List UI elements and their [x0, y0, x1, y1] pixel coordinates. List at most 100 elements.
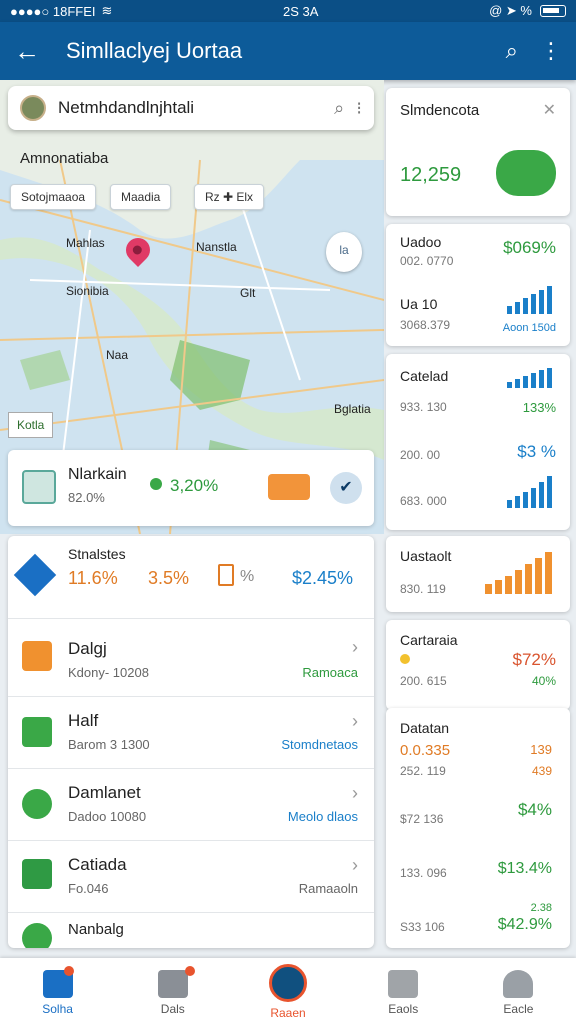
- card-4[interactable]: Uastaolt 830. 119: [386, 536, 570, 612]
- mini-bar-chart: [507, 368, 552, 388]
- search-icon[interactable]: ⌕: [334, 98, 344, 119]
- row-value: $3 %: [517, 442, 556, 461]
- row-value: $13.4%: [497, 860, 552, 877]
- map-label: Sionibia: [66, 284, 109, 298]
- filter-icon[interactable]: ⁝: [356, 98, 362, 119]
- chevron-right-icon[interactable]: ›: [352, 783, 358, 804]
- card-6[interactable]: Datatan 0.0.335 139 252. 119 439 $4% $72…: [386, 708, 570, 948]
- item-name: Catiada: [68, 855, 127, 874]
- truck-icon[interactable]: [268, 474, 310, 500]
- status-dot-icon: [150, 478, 162, 490]
- item-value: Ramaaoln: [298, 881, 358, 896]
- list-item[interactable]: Dalgj Kdony- 10208 › Ramoaca: [8, 618, 374, 696]
- map-bubble[interactable]: la: [326, 232, 362, 272]
- row-title: Uadoo: [400, 234, 442, 250]
- nav-label: Solha: [42, 1002, 73, 1016]
- chevron-right-icon[interactable]: ›: [352, 855, 358, 876]
- bag-icon: [388, 970, 419, 998]
- back-arrow-icon[interactable]: ←: [14, 36, 48, 67]
- row-value: 139: [530, 742, 552, 757]
- row-title: Ua 10: [400, 296, 438, 312]
- mini-bar-chart: [507, 286, 552, 314]
- row-value: 2.38: [530, 902, 552, 914]
- nav-label: Eaols: [388, 1002, 419, 1016]
- row-sub: 933. 130: [400, 400, 447, 414]
- nav-center[interactable]: Raaen: [230, 958, 345, 1024]
- row-value: 0.0.335: [400, 742, 451, 759]
- status-dot-icon: [400, 654, 410, 664]
- wallet-icon: [22, 470, 56, 504]
- card-3[interactable]: Catelad 933. 130 133% 200. 00 $3 % 683. …: [386, 354, 570, 530]
- search-icon[interactable]: ⌕: [506, 38, 518, 64]
- pin-icon[interactable]: ✕: [543, 100, 556, 120]
- summary-card[interactable]: Slmdencota ✕ 12,259: [386, 88, 570, 216]
- check-icon[interactable]: ✔: [330, 472, 362, 504]
- row-value: 133%: [522, 400, 556, 415]
- chevron-right-icon[interactable]: ›: [352, 637, 358, 658]
- mini-bar-chart: [507, 476, 552, 508]
- stats-row[interactable]: Stnalstes 11.6% 3.5% % $2.45%: [8, 536, 374, 618]
- clipboard-icon: [218, 564, 234, 586]
- map-label: Glt: [240, 286, 256, 300]
- card-title: Cartaraia: [400, 632, 458, 648]
- card-5[interactable]: Cartaraia $72% 200. 615 40%: [386, 620, 570, 710]
- item-value: Stomdnetaos: [281, 737, 358, 752]
- bench-icon: [22, 717, 52, 747]
- stats-title: Stnalstes: [68, 546, 126, 562]
- summary-strip[interactable]: Nlarkain 82.0% 3,20% ✔: [8, 450, 374, 526]
- calendar-icon: [157, 970, 188, 998]
- nav-calendar[interactable]: Dals: [115, 958, 230, 1024]
- hex-logo-icon: [13, 553, 57, 597]
- location-marker-icon: [22, 789, 52, 819]
- clock: 2S 3A: [283, 3, 319, 19]
- notification-badge: [185, 966, 196, 976]
- stats-value-3: %: [240, 568, 255, 585]
- map-tag[interactable]: Kotla: [8, 412, 54, 438]
- nav-bag[interactable]: Eaols: [346, 958, 461, 1024]
- item-name: Half: [68, 711, 99, 730]
- row-value: $069%: [503, 238, 556, 257]
- item-name: Dalgj: [68, 639, 107, 658]
- list-item[interactable]: Damlanet Dadoo 10080 › Meolo dlaos: [8, 768, 374, 840]
- more-menu-icon[interactable]: ⋮: [540, 38, 562, 64]
- nav-home[interactable]: Solha: [0, 958, 115, 1024]
- card-title: Catelad: [400, 368, 449, 384]
- row-sub: 3068.379: [400, 318, 451, 332]
- card-title: Datatan: [400, 720, 450, 736]
- item-sub: Fo.046: [68, 881, 109, 896]
- nav-profile[interactable]: Eacle: [461, 958, 576, 1024]
- profile-icon: [503, 970, 534, 998]
- item-name: Damlanet: [68, 783, 141, 802]
- row-sub: S33 106: [400, 920, 445, 934]
- row-value: $42.9%: [497, 916, 552, 933]
- document-icon: [22, 641, 52, 671]
- map-area-title: Amnonatiaba: [20, 150, 109, 167]
- notification-badge: [64, 966, 74, 976]
- chevron-right-icon[interactable]: ›: [352, 711, 358, 732]
- map-label: Mahlas: [66, 236, 105, 250]
- map-chip-2[interactable]: Maadia: [110, 184, 172, 210]
- map-search-text[interactable]: Netmhdandlnjhtali: [58, 98, 322, 118]
- status-bar: ●●●●○ 18FFEI ≋ 2S 3A @ ➤ %: [0, 0, 576, 22]
- item-sub: Barom 3 1300: [68, 737, 150, 752]
- map-label: Bglatia: [334, 402, 371, 416]
- map-chip-1[interactable]: Sotojmaaoa: [10, 184, 97, 210]
- list-item[interactable]: Nanbalg: [8, 912, 374, 948]
- row-sub: 200. 615: [400, 674, 447, 688]
- bottom-navigation: Solha Dals Raaen Eaols Eacle: [0, 958, 576, 1024]
- item-value: Meolo dlaos: [287, 809, 358, 824]
- list-item[interactable]: Half Barom 3 1300 › Stomdnetaos: [8, 696, 374, 768]
- money-icon[interactable]: [496, 150, 556, 196]
- stats-value-2: 3.5%: [148, 568, 190, 588]
- mini-bar-chart: [485, 552, 552, 594]
- summary-value: 3,20%: [170, 476, 219, 495]
- map-chip-3[interactable]: Rz ✚ Elx: [194, 184, 265, 210]
- map-search-card[interactable]: Netmhdandlnjhtali ⌕ ⁝: [8, 86, 374, 130]
- card-2[interactable]: Uadoo 002. 0770 $069% Ua 10 3068.379 Aoo…: [386, 224, 570, 346]
- list-panel: Stnalstes 11.6% 3.5% % $2.45% Dalgj Kdon…: [8, 536, 374, 948]
- list-item[interactable]: Catiada Fo.046 › Ramaaoln: [8, 840, 374, 912]
- wifi-icon: ≋: [101, 3, 113, 18]
- avatar[interactable]: [20, 95, 46, 121]
- status-icons: @ ➤ %: [489, 3, 532, 18]
- row-sub: 252. 119: [400, 764, 446, 778]
